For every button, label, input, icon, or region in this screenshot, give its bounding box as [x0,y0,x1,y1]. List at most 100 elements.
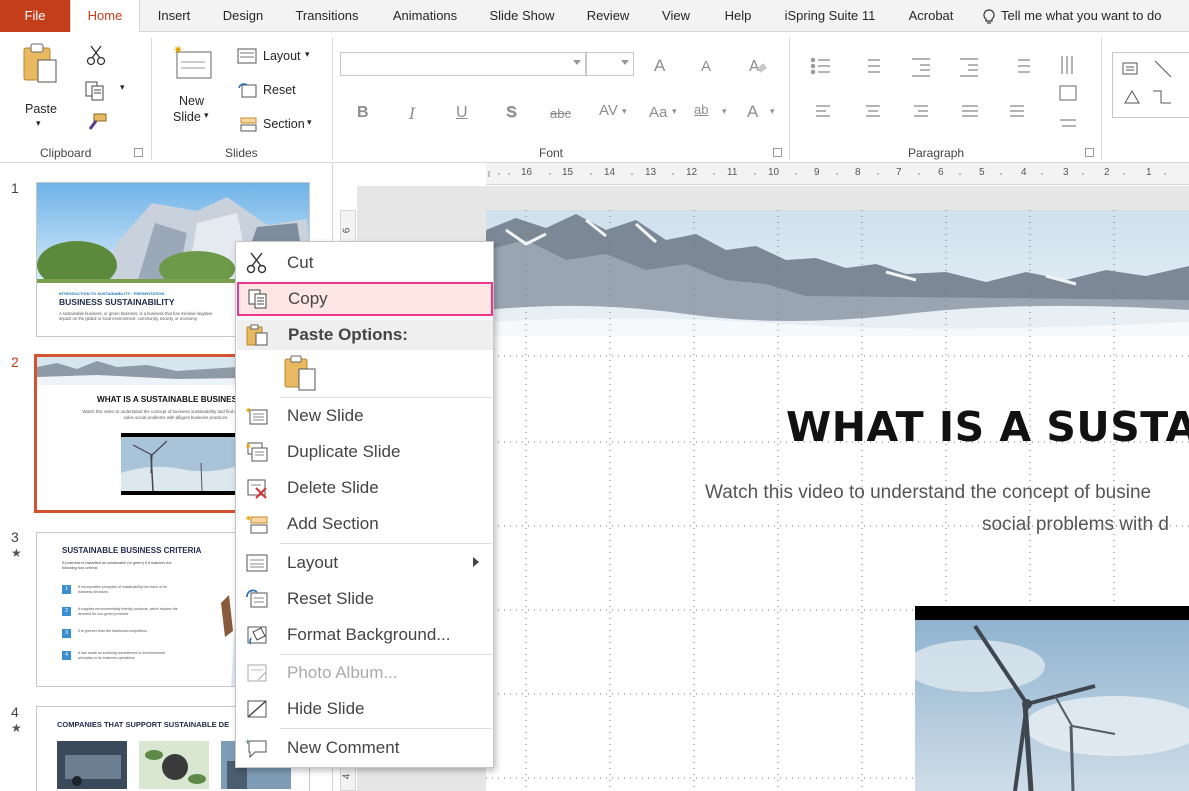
menu-label: Hide Slide [287,699,365,718]
tab-ispring[interactable]: iSpring Suite 11 [778,0,882,32]
new-comment-icon: + [245,737,267,759]
italic-button[interactable]: I [409,104,415,123]
slide-subtitle-line-1[interactable]: Watch this video to understand the conce… [705,482,1151,504]
tab-transitions[interactable]: Transitions [287,0,367,32]
menu-item-delete-slide[interactable]: Delete Slide [236,471,493,505]
menu-label: New Slide [287,406,364,425]
character-spacing-button[interactable]: AV [599,102,618,119]
strikethrough-button[interactable]: abc [550,106,571,121]
font-name-combo[interactable] [340,52,586,76]
new-slide-label-1: New [179,94,205,108]
ruler-label: 14 [604,167,616,178]
menu-item-add-section[interactable]: ✷ Add Section [236,507,493,541]
tab-design[interactable]: Design [214,0,272,32]
menu-item-layout[interactable]: Layout [236,546,493,580]
menu-item-new-comment[interactable]: + New Comment [236,731,493,765]
menu-item-cut[interactable]: Cut [236,246,493,280]
clipboard-paste-icon [284,355,316,391]
tab-animations[interactable]: Animations [383,0,467,32]
font-color-button[interactable]: A [747,102,758,122]
menu-item-copy[interactable]: Copy [237,282,493,316]
reset-button[interactable]: Reset [237,80,317,102]
slide-1-title: BUSINESS SUSTAINABILITY [59,297,175,307]
group-divider [1101,38,1102,160]
tab-insert[interactable]: Insert [146,0,202,32]
change-case-button[interactable]: Aa [649,104,667,121]
wind-turbine-image [121,433,241,495]
company-photo [57,741,127,789]
paste-label: Paste [25,102,57,116]
main-slide[interactable]: WHAT IS A SUSTA Watch this video to unde… [486,210,1189,791]
highlight-button[interactable]: ab [694,102,708,117]
layout-icon [237,48,257,64]
paste-dropdown-icon[interactable]: ▾ [36,118,41,129]
menu-item-hide-slide[interactable]: Hide Slide [236,692,493,726]
tab-home[interactable]: Home [70,0,140,33]
ruler-label: 3 [1063,167,1069,178]
clipboard-launcher-icon[interactable] [134,148,143,157]
ruler-label: 9 [814,167,820,178]
criteria-text: It incorporates principles of sustainabi… [78,585,167,594]
new-slide-icon: ✷ [245,406,268,425]
menu-item-format-background[interactable]: Format Background... [236,618,493,652]
ruler-ticks [488,171,1166,177]
svg-text:A: A [749,57,760,75]
section-button[interactable]: Section ▾ [237,114,317,136]
paste-button[interactable]: Paste ▾ [14,40,66,130]
menu-label: Copy [288,289,328,308]
menu-label: New Comment [287,738,400,757]
add-section-icon: ✷ [245,514,268,534]
layout-button[interactable]: Layout ▾ [237,46,317,68]
ruler-label: 15 [562,167,574,178]
tab-slide-show[interactable]: Slide Show [482,0,562,32]
font-launcher-icon[interactable] [773,148,782,157]
wind-turbine-image[interactable] [915,606,1189,791]
new-slide-button[interactable]: ✷ New Slide ▾ [168,40,216,130]
shrink-font-icon[interactable]: A [701,58,711,75]
menu-item-reset-slide[interactable]: Reset Slide [236,582,493,616]
submenu-arrow-icon [473,557,479,567]
chevron-down-icon: ▾ [622,106,627,116]
slide-number: 3 [11,529,19,545]
format-painter-icon[interactable] [86,112,108,132]
tell-me-search[interactable]: Tell me what you want to do [982,0,1172,32]
criteria-text: It is greener than the traditional compe… [78,629,147,633]
font-size-combo[interactable] [586,52,634,76]
criteria-item: 4 It has made an enduring commitment to … [62,651,182,665]
shapes-gallery[interactable] [1112,52,1189,118]
menu-item-new-slide[interactable]: ✷ New Slide [236,399,493,433]
slide-1-body: A sustainable business, or green busines… [59,311,213,321]
tab-review[interactable]: Review [580,0,636,32]
tab-view[interactable]: View [654,0,698,32]
slide-title[interactable]: WHAT IS A SUSTA [786,403,1189,451]
clear-formatting-icon[interactable]: A [748,56,768,76]
grow-font-icon[interactable]: A [654,56,665,76]
svg-text:✷: ✷ [173,43,183,57]
copy-icon[interactable] [84,80,106,102]
paragraph-tools-icon[interactable] [810,56,1080,146]
menu-item-duplicate-slide[interactable]: ✷ Duplicate Slide [236,435,493,469]
reset-icon [238,83,257,98]
paragraph-launcher-icon[interactable] [1085,148,1094,157]
new-slide-icon: ✷ [173,43,212,79]
criteria-number: 2 [62,607,71,616]
slide-subtitle-line-2[interactable]: social problems with d [982,514,1169,536]
slide-number: 2 [11,354,19,370]
paste-use-destination-button[interactable] [283,355,317,391]
text-shadow-button[interactable]: S [506,104,517,122]
copy-dropdown-icon[interactable]: ▾ [120,82,125,93]
menu-separator [280,397,492,398]
menu-label: Layout [287,553,339,572]
tab-help[interactable]: Help [716,0,760,32]
cut-icon[interactable] [86,44,106,66]
hide-slide-icon [247,700,267,718]
underline-button[interactable]: U [456,104,468,122]
svg-text:✷: ✷ [245,442,252,451]
tab-file[interactable]: File [0,0,70,32]
tab-acrobat[interactable]: Acrobat [898,0,964,32]
ruler-label: 12 [686,167,698,178]
ruler-label: 16 [521,167,533,178]
lightbulb-icon [983,8,995,24]
menu-item-photo-album[interactable]: Photo Album... [236,656,493,690]
bold-button[interactable]: B [357,104,369,122]
